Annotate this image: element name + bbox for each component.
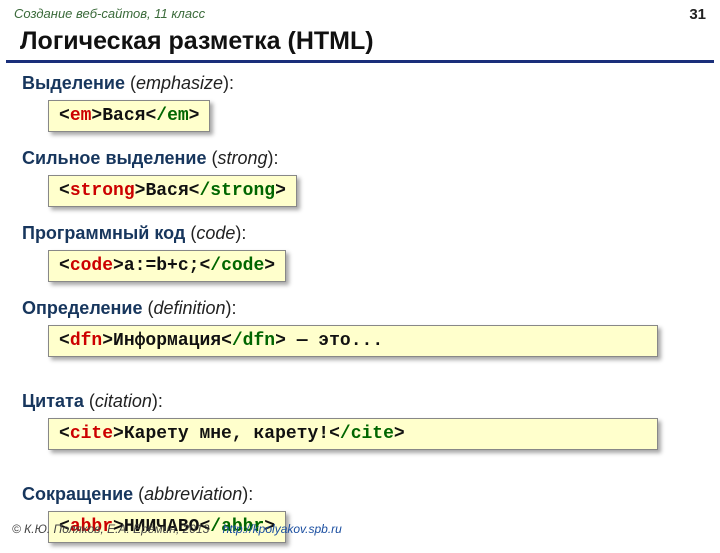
heading-en: (abbreviation): [133,484,253,504]
heading-ru: Программный код [22,223,185,243]
heading-ru: Выделение [22,73,125,93]
code-example: <em>Вася</em> [48,100,210,132]
footer-url: http://kpolyakov.spb.ru [223,522,342,536]
heading-en: (code): [185,223,246,243]
tag-content: Вася [102,106,145,126]
section-heading: Сокращение (abbreviation): [22,484,698,505]
tag-close: /strong [199,181,275,201]
heading-en: (emphasize): [125,73,234,93]
section-heading: Сильное выделение (strong): [22,148,698,169]
tag-open: em [70,106,92,126]
heading-ru: Определение [22,298,142,318]
heading-ru: Сокращение [22,484,133,504]
section-heading: Определение (definition): [22,298,698,319]
tag-content: a:=b+c; [124,256,200,276]
heading-en: (definition): [142,298,236,318]
heading-en: (citation): [84,391,163,411]
tag-close: /code [210,256,264,276]
code-example: <cite>Карету мне, карету!</cite> [48,418,658,450]
tag-open: cite [70,424,113,444]
course-label: Создание веб-сайтов, 11 класс [14,6,205,23]
header-strip: Создание веб-сайтов, 11 класс 31 [0,0,720,25]
page-number: 31 [689,6,706,23]
tag-content: Информация [113,331,221,351]
footer-copyright: © К.Ю. Поляков, Е.А. Ерёмин, 2013 [12,522,209,536]
code-example: <dfn>Информация</dfn> — это... [48,325,658,357]
footer: © К.Ю. Поляков, Е.А. Ерёмин, 2013 http:/… [12,522,342,536]
section-heading: Цитата (citation): [22,391,698,412]
code-example: <strong>Вася</strong> [48,175,297,207]
tag-close: /dfn [232,331,275,351]
code-example: <code>a:=b+c;</code> [48,250,286,282]
tag-close: /cite [340,424,394,444]
section-heading: Программный код (code): [22,223,698,244]
heading-ru: Сильное выделение [22,148,206,168]
heading-en: (strong): [206,148,278,168]
tag-close: /em [156,106,188,126]
tag-open: code [70,256,113,276]
heading-ru: Цитата [22,391,84,411]
slide-title: Логическая разметка (HTML) [6,25,714,63]
tag-open: dfn [70,331,102,351]
after-text: — это... [286,331,383,351]
content-area: Выделение (emphasize): <em>Вася</em> Сильн… [0,73,720,553]
tag-content: Вася [145,181,188,201]
section-heading: Выделение (emphasize): [22,73,698,94]
tag-content: Карету мне, карету! [124,424,329,444]
tag-open: strong [70,181,135,201]
